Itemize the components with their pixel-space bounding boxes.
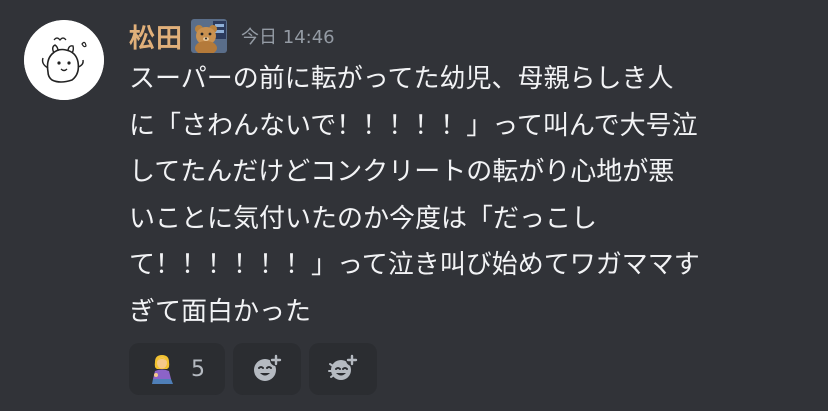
user-avatar[interactable] (24, 20, 104, 100)
message-header: 松田 今日 14:46 (129, 16, 335, 56)
teddy-bear-badge-icon (191, 19, 228, 53)
add-super-reaction-button[interactable] (309, 343, 377, 395)
doodle-creature-avatar-icon (24, 20, 104, 100)
reaction-woman-kneeling[interactable]: 5 (129, 343, 225, 395)
reaction-bar: 5 (129, 343, 377, 395)
author-name[interactable]: 松田 (129, 18, 183, 55)
woman-kneeling-emoji-icon (152, 355, 173, 384)
chat-message: 松田 今日 14:46 スーパーの前に転がってた幼児、母親らしき人 に「さわんな… (0, 0, 828, 411)
message-content: スーパーの前に転がってた幼児、母親らしき人 に「さわんないで！！！！！」って叫ん… (129, 64, 700, 327)
add-reaction-icon (254, 354, 282, 381)
message-timestamp: 今日 14:46 (241, 27, 335, 48)
add-reaction-button[interactable] (233, 343, 301, 395)
add-super-reaction-icon (328, 354, 358, 380)
reaction-count: 5 (191, 356, 205, 382)
